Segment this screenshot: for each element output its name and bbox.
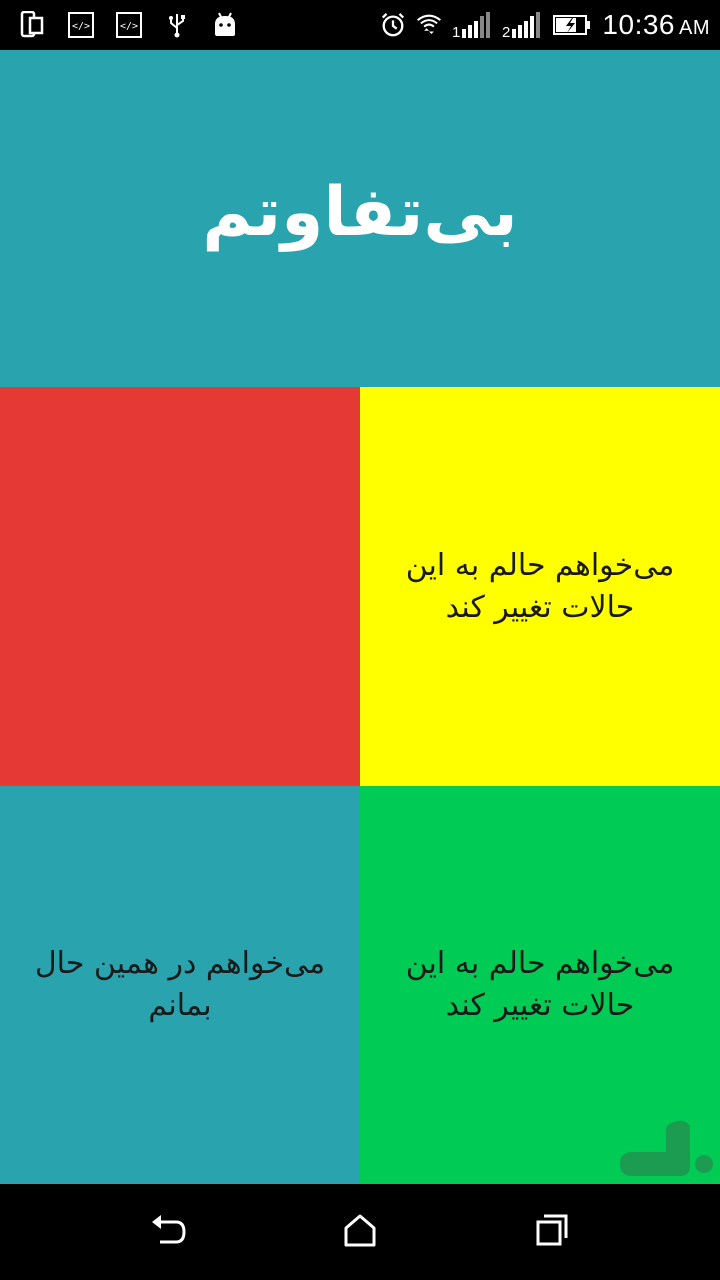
tile-red[interactable] [0, 387, 360, 786]
tile-stay-same[interactable]: می‌خواهم در همین حال بمانم [0, 786, 360, 1184]
status-bar-left: </> </> [20, 10, 238, 40]
status-clock: 10:36 AM [602, 9, 710, 41]
tile-label: می‌خواهم حالم به این حالات تغییر کند [405, 946, 675, 1023]
recents-icon [534, 1212, 570, 1252]
svg-text:</>: </> [72, 21, 90, 32]
signal-1-icon: 1 [452, 12, 492, 39]
code-icon: </> [68, 12, 94, 38]
tile-label: می‌خواهم حالم به این حالات تغییر کند [405, 547, 675, 625]
alarm-icon [380, 12, 406, 38]
tile-change-state-yellow[interactable]: می‌خواهم حالم به این حالات تغییر کند [360, 387, 720, 786]
tile-label: می‌خواهم در همین حال بمانم [34, 946, 326, 1023]
recents-button[interactable] [530, 1212, 574, 1252]
header-panel: بی‌تفاوتم [0, 50, 720, 387]
wifi-icon [416, 12, 442, 38]
back-icon [148, 1212, 188, 1252]
battery-icon [552, 12, 592, 38]
back-button[interactable] [146, 1212, 190, 1252]
app-content: بی‌تفاوتم می‌خواهم حالم به این حالات تغی… [0, 50, 720, 1184]
tile-change-state-green[interactable]: می‌خواهم حالم به این حالات تغییر کند [360, 786, 720, 1184]
signal-1-label: 1 [452, 24, 460, 39]
usb-icon [164, 12, 190, 38]
status-bar: </> </> 1 2 10:36 AM [0, 0, 720, 50]
home-icon [342, 1212, 378, 1252]
page-title: بی‌تفاوتم [202, 173, 518, 252]
home-button[interactable] [338, 1212, 382, 1252]
signal-2-icon: 2 [502, 12, 542, 39]
clock-time: 10:36 [602, 9, 675, 40]
clock-ampm: AM [679, 17, 710, 39]
svg-text:</>: </> [120, 21, 138, 32]
signal-2-label: 2 [502, 24, 510, 39]
code-icon: </> [116, 12, 142, 38]
status-bar-right: 1 2 10:36 AM [380, 8, 710, 42]
phone-icon [20, 11, 46, 38]
android-icon [212, 12, 238, 38]
navigation-bar [0, 1184, 720, 1280]
